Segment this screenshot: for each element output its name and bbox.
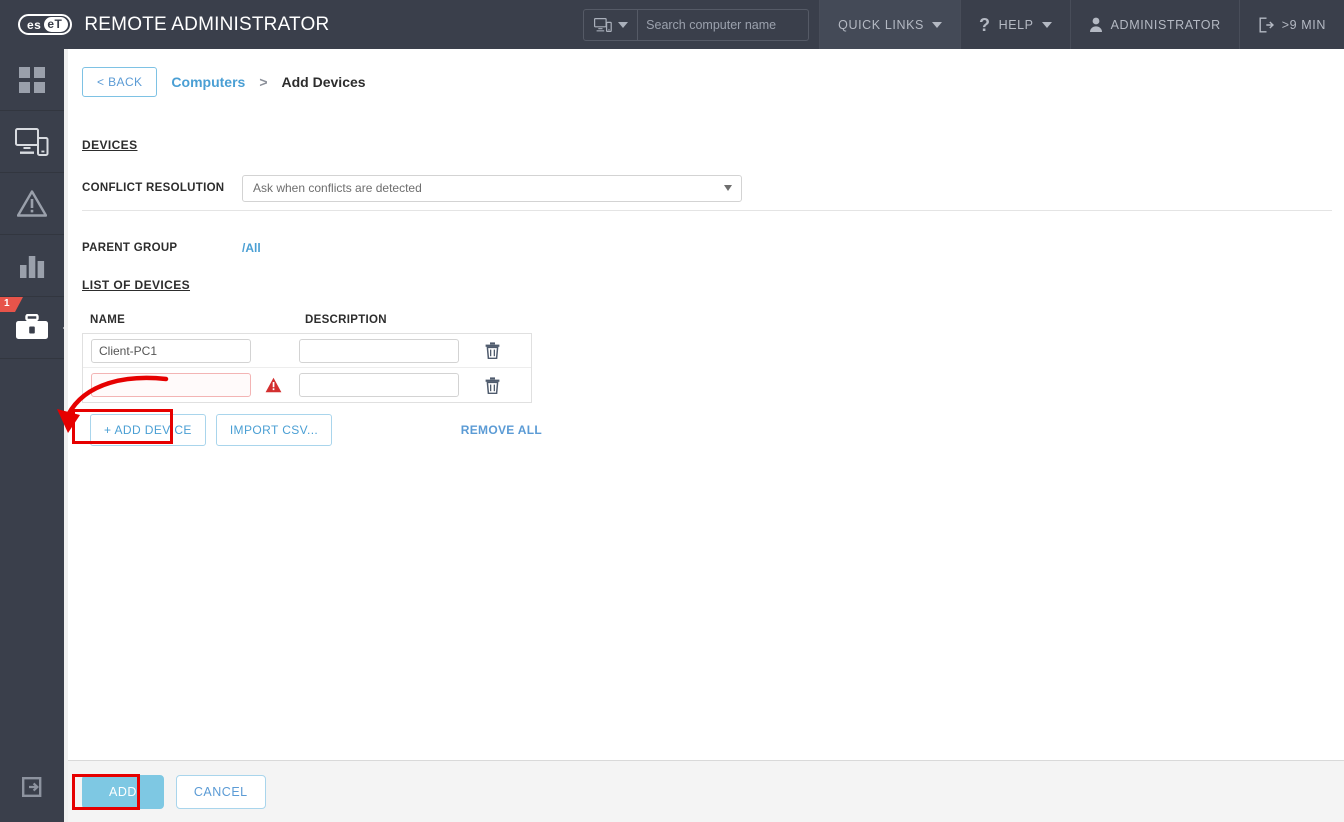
chevron-down-icon bbox=[724, 185, 732, 191]
application-window: eseT REMOTE ADMINISTRATOR QUICK LINKS bbox=[0, 0, 1344, 822]
conflict-resolution-value: Ask when conflicts are detected bbox=[253, 181, 422, 195]
chevron-down-icon bbox=[1041, 21, 1052, 28]
description-slot bbox=[299, 338, 459, 363]
device-description-input[interactable] bbox=[299, 373, 459, 397]
column-header-description: DESCRIPTION bbox=[305, 314, 387, 326]
help-label: HELP bbox=[998, 17, 1034, 32]
devices-action-row: + ADD DEVICE IMPORT CSV... REMOVE ALL bbox=[82, 414, 542, 446]
session-label: >9 MIN bbox=[1281, 17, 1326, 32]
trash-icon bbox=[485, 376, 499, 394]
parent-group-row: PARENT GROUP /All bbox=[82, 225, 1332, 270]
sidebar-item-dashboard[interactable] bbox=[0, 49, 64, 111]
row-status-slot bbox=[251, 377, 295, 393]
computer-search-box[interactable] bbox=[583, 8, 810, 41]
session-timer[interactable]: >9 MIN bbox=[1238, 0, 1344, 49]
toolbox-icon bbox=[16, 314, 48, 339]
sidebar-item-admin[interactable]: 1 bbox=[0, 297, 64, 359]
add-devices-form: DEVICES CONFLICT RESOLUTION Ask when con… bbox=[68, 138, 1344, 446]
eset-logo-text-a: es bbox=[27, 17, 42, 32]
add-button[interactable]: ADD bbox=[82, 774, 164, 809]
question-mark-icon: ? bbox=[978, 14, 991, 35]
parent-group-label: PARENT GROUP bbox=[82, 241, 178, 254]
parent-group-value[interactable]: /All bbox=[242, 241, 261, 255]
column-header-name: NAME bbox=[90, 314, 126, 326]
table-row bbox=[83, 334, 531, 368]
device-name-input[interactable] bbox=[91, 373, 251, 397]
warning-triangle-icon bbox=[265, 377, 281, 393]
sidebar-item-computers[interactable] bbox=[0, 111, 64, 173]
remove-all-link[interactable]: REMOVE ALL bbox=[461, 423, 542, 437]
sidebar-item-logout[interactable] bbox=[0, 760, 64, 814]
delete-row-button[interactable] bbox=[459, 376, 525, 394]
chevron-down-icon bbox=[931, 21, 942, 28]
header-spacer bbox=[329, 0, 583, 49]
administrator-label: ADMINISTRATOR bbox=[1110, 17, 1221, 32]
breadcrumb-link-computers[interactable]: Computers bbox=[171, 74, 245, 90]
warning-triangle-icon bbox=[17, 190, 47, 217]
page-title: Add Devices bbox=[281, 74, 366, 90]
quick-links-label: QUICK LINKS bbox=[838, 17, 924, 32]
sidebar-item-reports[interactable] bbox=[0, 235, 64, 297]
grid-icon bbox=[19, 66, 45, 93]
footer-action-bar: ADD CANCEL bbox=[68, 761, 1344, 822]
quick-links-menu[interactable]: QUICK LINKS bbox=[819, 0, 960, 49]
conflict-resolution-label: CONFLICT RESOLUTION bbox=[82, 182, 225, 194]
breadcrumb: < BACK Computers > Add Devices bbox=[68, 49, 1344, 101]
search-scope-selector[interactable] bbox=[584, 9, 639, 40]
monitor-mobile-icon bbox=[15, 127, 49, 156]
help-menu[interactable]: ? HELP bbox=[959, 0, 1070, 49]
sidebar-item-threats[interactable] bbox=[0, 173, 64, 235]
device-name-input[interactable] bbox=[91, 338, 251, 363]
conflict-resolution-row: CONFLICT RESOLUTION Ask when conflicts a… bbox=[82, 166, 1332, 211]
administrator-menu[interactable]: ADMINISTRATOR bbox=[1069, 0, 1239, 49]
user-icon bbox=[1089, 17, 1102, 32]
delete-row-button[interactable] bbox=[459, 342, 525, 359]
devices-table-header: NAME DESCRIPTION bbox=[82, 314, 1332, 326]
search-input[interactable] bbox=[638, 9, 809, 40]
back-button[interactable]: < BACK bbox=[82, 67, 158, 97]
devices-section-heading: DEVICES bbox=[82, 138, 138, 152]
list-of-devices-heading: LIST OF DEVICES bbox=[82, 278, 191, 292]
bar-chart-icon bbox=[20, 255, 45, 278]
logout-icon bbox=[22, 777, 42, 797]
chevron-down-icon bbox=[618, 21, 629, 28]
table-row bbox=[83, 368, 531, 402]
content-region: < BACK Computers > Add Devices DEVICES C… bbox=[64, 49, 1344, 822]
main-panel: < BACK Computers > Add Devices DEVICES C… bbox=[68, 49, 1344, 761]
breadcrumb-separator-icon: > bbox=[259, 74, 268, 90]
left-sidebar: 1 bbox=[0, 49, 64, 822]
brand-area: es eT REMOTE ADMINISTRATOR bbox=[0, 0, 329, 49]
device-description-input[interactable] bbox=[299, 338, 459, 363]
logout-icon bbox=[1259, 17, 1274, 32]
eset-logo-text-b: eT bbox=[44, 17, 69, 32]
conflict-resolution-select[interactable]: Ask when conflicts are detected bbox=[242, 174, 742, 202]
cancel-button[interactable]: CANCEL bbox=[175, 774, 266, 809]
description-slot bbox=[299, 373, 459, 397]
trash-icon bbox=[485, 342, 499, 359]
import-csv-button[interactable]: IMPORT CSV... bbox=[215, 414, 333, 446]
top-header-bar: eseT REMOTE ADMINISTRATOR QUICK LINKS bbox=[0, 0, 1344, 49]
eset-logo: es eT bbox=[18, 14, 73, 35]
devices-table bbox=[82, 333, 532, 403]
add-device-button[interactable]: + ADD DEVICE bbox=[90, 414, 206, 446]
sidebar-badge-count: 1 bbox=[0, 297, 22, 312]
monitor-icon bbox=[594, 17, 612, 32]
product-title: REMOTE ADMINISTRATOR bbox=[84, 13, 330, 35]
